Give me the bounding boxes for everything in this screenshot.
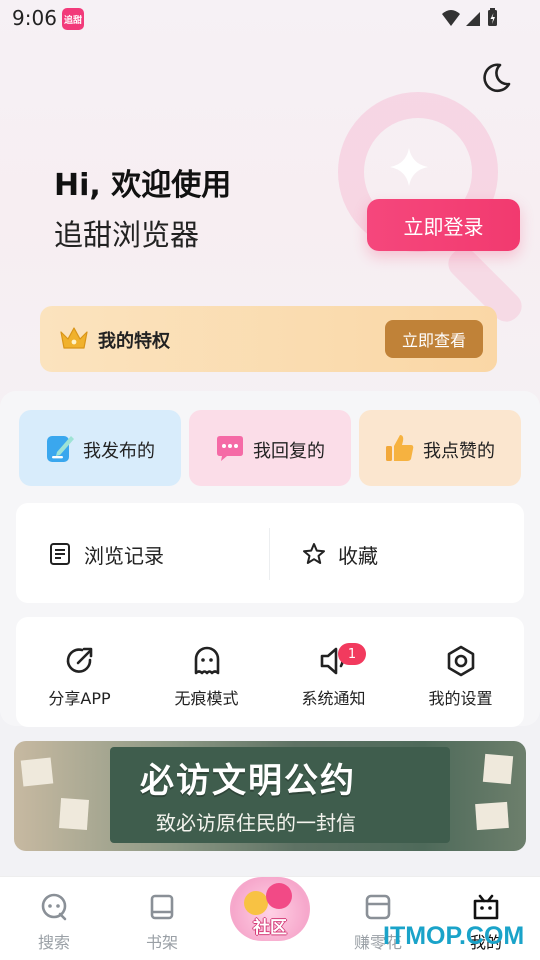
status-bar: 9:06 追甜 xyxy=(0,0,540,36)
app-notification-icon: 追甜 xyxy=(62,8,84,30)
watermark: ITMOP.COM xyxy=(383,922,525,950)
settings-icon xyxy=(447,645,475,677)
edit-icon xyxy=(47,436,74,462)
nav-community[interactable]: 社区 xyxy=(230,877,310,941)
history-card: 浏览记录 收藏 xyxy=(16,503,524,603)
notification-badge: 1 xyxy=(338,643,366,665)
status-icons xyxy=(442,8,497,26)
browse-history-label: 浏览记录 xyxy=(84,543,164,568)
nav-bookshelf[interactable]: 书架 xyxy=(112,877,212,960)
my-posts-button[interactable]: 我发布的 xyxy=(19,410,181,486)
signal-icon xyxy=(466,12,480,26)
browse-history-button[interactable]: 浏览记录 xyxy=(48,541,164,568)
ghost-icon xyxy=(194,646,220,675)
sparkle-icon xyxy=(390,148,428,186)
night-mode-icon[interactable] xyxy=(478,60,514,96)
wallet-icon xyxy=(365,894,391,920)
greeting-subtitle: 追甜浏览器 xyxy=(54,218,200,252)
privilege-label: 我的特权 xyxy=(98,331,170,352)
paper-decoration xyxy=(20,757,54,787)
paper-decoration xyxy=(58,798,90,830)
search-icon xyxy=(41,893,67,921)
my-replies-label: 我回复的 xyxy=(253,441,325,462)
greeting-title: Hi, 欢迎使用 xyxy=(54,168,232,203)
bookshelf-icon xyxy=(150,894,174,920)
star-icon xyxy=(303,543,325,564)
my-likes-button[interactable]: 我点赞的 xyxy=(359,410,521,486)
system-notifications-label: 系统通知 xyxy=(301,689,366,708)
crown-icon xyxy=(60,327,88,349)
nav-search[interactable]: 搜索 xyxy=(4,877,104,960)
civility-pledge-banner[interactable]: 必访文明公约 致必访原住民的一封信 xyxy=(14,741,526,851)
document-icon xyxy=(50,543,70,565)
battery-icon xyxy=(488,8,497,26)
my-settings-button[interactable]: 我的设置 xyxy=(397,617,524,727)
community-icon xyxy=(244,891,268,915)
system-notifications-button[interactable]: 系统通知 xyxy=(270,617,397,727)
my-settings-label: 我的设置 xyxy=(428,689,493,708)
chat-bubble-icon xyxy=(217,436,243,461)
nav-community-label: 社区 xyxy=(253,918,287,938)
my-likes-label: 我点赞的 xyxy=(423,441,495,462)
incognito-mode-button[interactable]: 无痕模式 xyxy=(143,617,270,727)
my-replies-button[interactable]: 我回复的 xyxy=(189,410,351,486)
my-posts-label: 我发布的 xyxy=(83,441,155,462)
login-button[interactable]: 立即登录 xyxy=(367,199,520,251)
nav-search-label: 搜索 xyxy=(37,933,70,952)
incognito-mode-label: 无痕模式 xyxy=(174,689,239,708)
banner-title: 必访文明公约 xyxy=(140,761,356,801)
tools-card: 分享APP 无痕模式 系统通知 我的设置 xyxy=(16,617,524,727)
favorites-button[interactable]: 收藏 xyxy=(302,541,378,568)
share-app-label: 分享APP xyxy=(48,689,111,708)
paper-decoration xyxy=(482,753,514,785)
banner-subtitle: 致必访原住民的一封信 xyxy=(156,811,356,835)
privilege-card[interactable]: 我的特权 立即查看 xyxy=(40,306,497,372)
share-app-button[interactable]: 分享APP xyxy=(16,617,143,727)
share-icon xyxy=(66,647,93,673)
status-time: 9:06 xyxy=(12,6,57,30)
divider xyxy=(269,528,270,580)
view-privilege-button[interactable]: 立即查看 xyxy=(385,320,483,358)
profile-icon xyxy=(473,894,499,920)
paper-decoration xyxy=(475,801,509,831)
wifi-icon xyxy=(442,10,460,26)
community-heart-icon xyxy=(266,883,292,909)
nav-bookshelf-label: 书架 xyxy=(145,933,178,952)
favorites-label: 收藏 xyxy=(338,543,378,568)
thumbs-up-icon xyxy=(386,435,414,461)
